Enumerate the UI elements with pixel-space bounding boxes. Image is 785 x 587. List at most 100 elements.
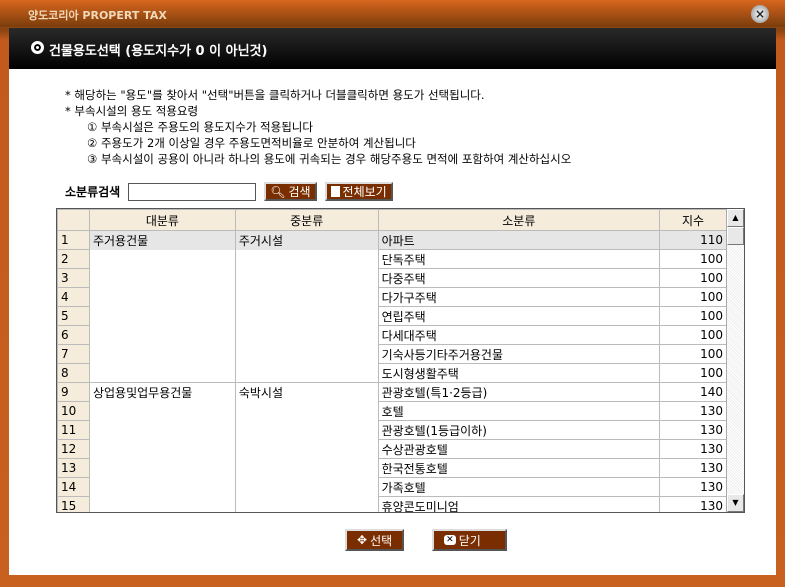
row-number: 12 bbox=[57, 439, 90, 459]
minor-category: 기숙사등기타주거용건물 bbox=[377, 344, 661, 364]
search-input[interactable] bbox=[128, 182, 257, 201]
dialog-header: 건물용도선택 (용도지수가 0 이 아닌것) bbox=[9, 28, 776, 69]
usage-index: 130 bbox=[659, 496, 727, 512]
search-bar: 소분류검색 🔍︎ 검색 전체보기 bbox=[65, 182, 401, 201]
scroll-up-arrow-icon[interactable]: ▲ bbox=[727, 209, 744, 227]
row-number: 13 bbox=[57, 458, 90, 478]
minor-category: 관광호텔(1등급이하) bbox=[377, 420, 661, 440]
usage-index: 100 bbox=[659, 249, 727, 269]
row-number: 2 bbox=[57, 249, 90, 269]
close-box-icon: ✕ bbox=[444, 535, 456, 545]
page-title: 건물용도선택 (용도지수가 0 이 아닌것) bbox=[49, 44, 268, 59]
usage-index: 130 bbox=[659, 458, 727, 478]
usage-index: 130 bbox=[659, 401, 727, 421]
window-title: 양도코리아 PROPERT TAX bbox=[28, 9, 167, 22]
note-line: ① 부속시설은 주용도의 용도지수가 적용됩니다 bbox=[87, 120, 313, 134]
major-category: 상업용및업무용건물 bbox=[88, 382, 236, 402]
document-icon bbox=[330, 186, 340, 197]
table-row[interactable]: 15 휴양콘도미니엄 130 bbox=[57, 496, 727, 512]
table-row[interactable]: 14 가족호텔 130 bbox=[57, 477, 727, 497]
col-major[interactable]: 대분류 bbox=[88, 209, 236, 231]
major-category bbox=[88, 306, 236, 326]
middle-category: 주거시설 bbox=[234, 230, 379, 250]
middle-category bbox=[234, 439, 379, 459]
table-row[interactable]: 3 다중주택 100 bbox=[57, 268, 727, 288]
middle-category bbox=[234, 249, 379, 269]
table-row[interactable]: 13 한국전통호텔 130 bbox=[57, 458, 727, 478]
minor-category: 수상관광호텔 bbox=[377, 439, 661, 459]
major-category bbox=[88, 420, 236, 440]
scroll-down-arrow-icon[interactable]: ▼ bbox=[727, 494, 744, 512]
table-row[interactable]: 10 호텔 130 bbox=[57, 401, 727, 421]
table-row[interactable]: 2 단독주택 100 bbox=[57, 249, 727, 269]
usage-index: 100 bbox=[659, 306, 727, 326]
major-category bbox=[88, 458, 236, 478]
usage-index: 140 bbox=[659, 382, 727, 402]
table-row[interactable]: 11 관광호텔(1등급이하) 130 bbox=[57, 420, 727, 440]
view-all-button[interactable]: 전체보기 bbox=[324, 182, 393, 201]
row-number: 3 bbox=[57, 268, 90, 288]
middle-category: 숙박시설 bbox=[234, 382, 379, 402]
col-middle[interactable]: 중분류 bbox=[234, 209, 379, 231]
table-row[interactable]: 6 다세대주택 100 bbox=[57, 325, 727, 345]
title-bar[interactable]: 양도코리아 PROPERT TAX × bbox=[0, 0, 785, 27]
scrollbar[interactable]: ▲ ▼ bbox=[726, 209, 744, 512]
major-category bbox=[88, 401, 236, 421]
major-category bbox=[88, 249, 236, 269]
table-row[interactable]: 8 도시형생활주택 100 bbox=[57, 363, 727, 383]
major-category bbox=[88, 439, 236, 459]
row-number: 6 bbox=[57, 325, 90, 345]
usage-index: 100 bbox=[659, 287, 727, 307]
minor-category: 다가구주택 bbox=[377, 287, 661, 307]
search-button-label: 검색 bbox=[288, 185, 311, 199]
row-number: 4 bbox=[57, 287, 90, 307]
table-row[interactable]: 5 연립주택 100 bbox=[57, 306, 727, 326]
table-row[interactable]: 1 주거용건물 주거시설 아파트 110 bbox=[57, 230, 727, 250]
col-minor[interactable]: 소분류 bbox=[377, 209, 661, 231]
major-category bbox=[88, 287, 236, 307]
row-number: 10 bbox=[57, 401, 90, 421]
middle-category bbox=[234, 287, 379, 307]
row-number: 11 bbox=[57, 420, 90, 440]
middle-category bbox=[234, 401, 379, 421]
search-button[interactable]: 🔍︎ 검색 bbox=[264, 182, 317, 201]
row-number: 5 bbox=[57, 306, 90, 326]
col-num bbox=[57, 209, 90, 231]
note-line: ② 주용도가 2개 이상일 경우 주용도면적비율로 안분하여 계산됩니다 bbox=[87, 136, 416, 150]
minor-category: 호텔 bbox=[377, 401, 661, 421]
minor-category: 도시형생활주택 bbox=[377, 363, 661, 383]
usage-index: 130 bbox=[659, 420, 727, 440]
major-category bbox=[88, 496, 236, 512]
middle-category bbox=[234, 268, 379, 288]
middle-category bbox=[234, 496, 379, 512]
middle-category bbox=[234, 363, 379, 383]
close-icon[interactable]: × bbox=[751, 5, 769, 23]
instructions: * 해당하는 "용도"를 찾아서 "선택"버튼을 클릭하거나 더블클릭하면 용도… bbox=[65, 87, 571, 167]
usage-index: 100 bbox=[659, 325, 727, 345]
middle-category bbox=[234, 458, 379, 478]
usage-index: 130 bbox=[659, 477, 727, 497]
row-number: 8 bbox=[57, 363, 90, 383]
row-number: 9 bbox=[57, 382, 90, 402]
major-category: 주거용건물 bbox=[88, 230, 236, 250]
view-all-label: 전체보기 bbox=[342, 185, 387, 199]
table-row[interactable]: 7 기숙사등기타주거용건물 100 bbox=[57, 344, 727, 364]
usage-index: 110 bbox=[659, 230, 727, 250]
close-button[interactable]: ✕ 닫기 bbox=[432, 529, 508, 551]
scroll-thumb[interactable] bbox=[727, 227, 744, 245]
usage-index: 130 bbox=[659, 439, 727, 459]
select-button[interactable]: ✥ 선택 bbox=[345, 529, 405, 551]
dialog-window: 양도코리아 PROPERT TAX × 건물용도선택 (용도지수가 0 이 아닌… bbox=[0, 0, 785, 587]
note-line: * 부속시설의 용도 적용요령 bbox=[65, 104, 199, 118]
middle-category bbox=[234, 420, 379, 440]
middle-category bbox=[234, 306, 379, 326]
middle-category bbox=[234, 477, 379, 497]
close-label: 닫기 bbox=[458, 533, 481, 548]
table-row[interactable]: 9 상업용및업무용건물 숙박시설 관광호텔(특1·2등급) 140 bbox=[57, 382, 727, 402]
table-row[interactable]: 12 수상관광호텔 130 bbox=[57, 439, 727, 459]
table-row[interactable]: 4 다가구주택 100 bbox=[57, 287, 727, 307]
move-icon: ✥ bbox=[357, 533, 368, 547]
middle-category bbox=[234, 344, 379, 364]
middle-category bbox=[234, 325, 379, 345]
col-index[interactable]: 지수 bbox=[659, 209, 727, 231]
